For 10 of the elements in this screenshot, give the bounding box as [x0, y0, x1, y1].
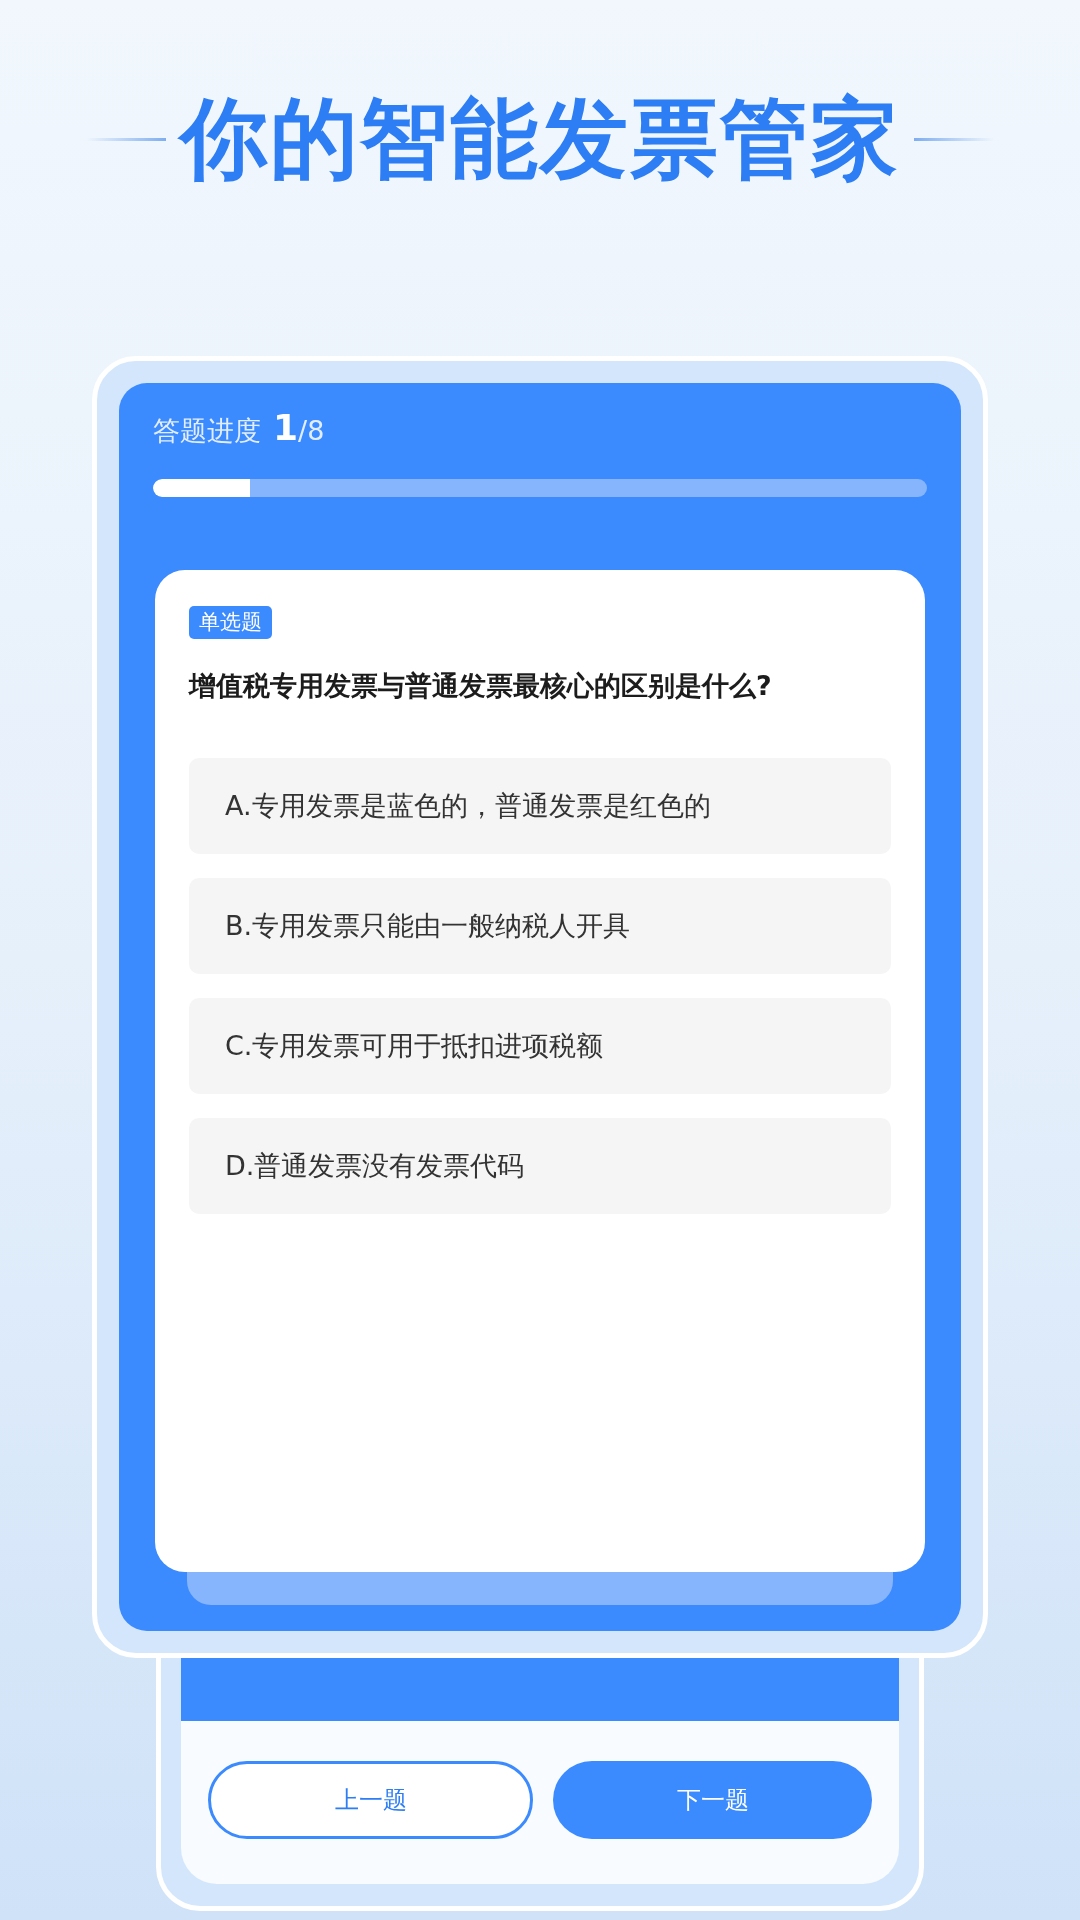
answer-option[interactable]: C.专用发票可用于抵扣进项税额 [189, 997, 891, 1094]
question-type-tag: 单选题 [189, 606, 272, 639]
progress-current: 1 [273, 406, 299, 450]
previous-question-button[interactable]: 上一题 [208, 1761, 533, 1839]
progress-label: 答题进度 [153, 414, 261, 448]
question-text: 增值税专用发票与普通发票最核心的区别是什么? [189, 669, 773, 703]
progress-total: /8 [298, 415, 325, 448]
answer-option[interactable]: A.专用发票是蓝色的，普通发票是红色的 [189, 757, 891, 854]
answer-option[interactable]: B.专用发票只能由一般纳税人开具 [189, 877, 891, 974]
answer-option[interactable]: D.普通发票没有发票代码 [189, 1117, 891, 1214]
